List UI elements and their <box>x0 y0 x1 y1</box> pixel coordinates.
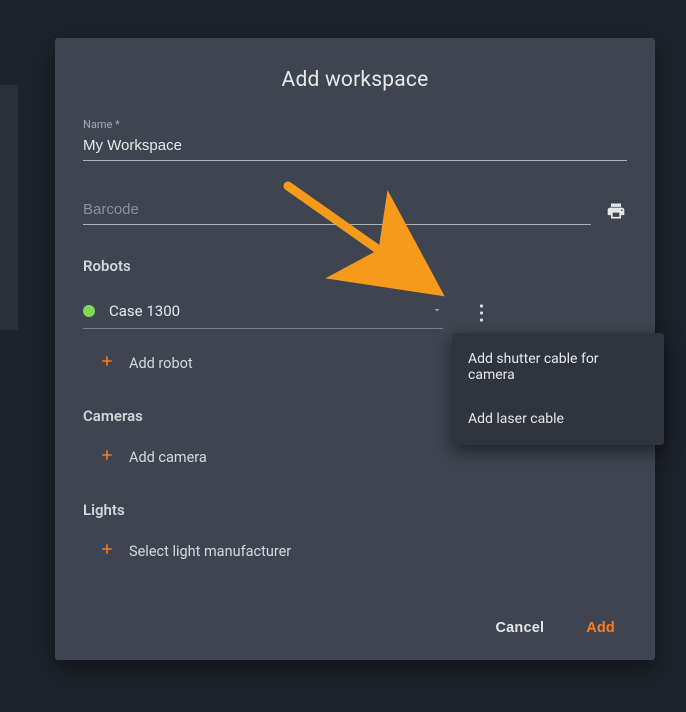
barcode-input[interactable] <box>83 197 591 225</box>
cancel-button[interactable]: Cancel <box>491 614 548 642</box>
select-light-manufacturer-label: Select light manufacturer <box>129 543 291 560</box>
name-field-group: Name * <box>83 118 627 161</box>
dialog-footer: Cancel Add <box>83 596 627 642</box>
lights-section-title: Lights <box>83 501 627 519</box>
menu-item-add-shutter-cable[interactable]: Add shutter cable for camera <box>452 337 664 397</box>
name-field-label: Name * <box>83 118 627 131</box>
robot-more-button[interactable] <box>467 299 495 327</box>
menu-item-add-laser-cable[interactable]: Add laser cable <box>452 397 664 441</box>
robot-selected-label: Case 1300 <box>109 302 431 320</box>
status-ok-icon <box>83 305 95 317</box>
add-camera-button[interactable]: Add camera <box>99 447 627 467</box>
select-light-manufacturer-button[interactable]: Select light manufacturer <box>99 541 627 561</box>
plus-icon <box>99 541 115 561</box>
chevron-down-icon <box>431 301 443 320</box>
more-vertical-icon <box>479 304 484 322</box>
plus-icon <box>99 447 115 467</box>
barcode-field-group <box>83 197 627 225</box>
print-icon[interactable] <box>605 200 627 222</box>
sidebar-strip <box>0 85 18 330</box>
robots-section-title: Robots <box>83 257 627 275</box>
plus-icon <box>99 353 115 373</box>
robot-row: Case 1300 <box>83 297 627 329</box>
dialog-title: Add workspace <box>83 68 627 92</box>
add-robot-label: Add robot <box>129 355 193 372</box>
add-button[interactable]: Add <box>582 614 619 642</box>
add-camera-label: Add camera <box>129 449 207 466</box>
name-input[interactable] <box>83 133 627 161</box>
robot-select[interactable]: Case 1300 <box>83 297 443 329</box>
robot-context-menu: Add shutter cable for camera Add laser c… <box>452 333 664 445</box>
